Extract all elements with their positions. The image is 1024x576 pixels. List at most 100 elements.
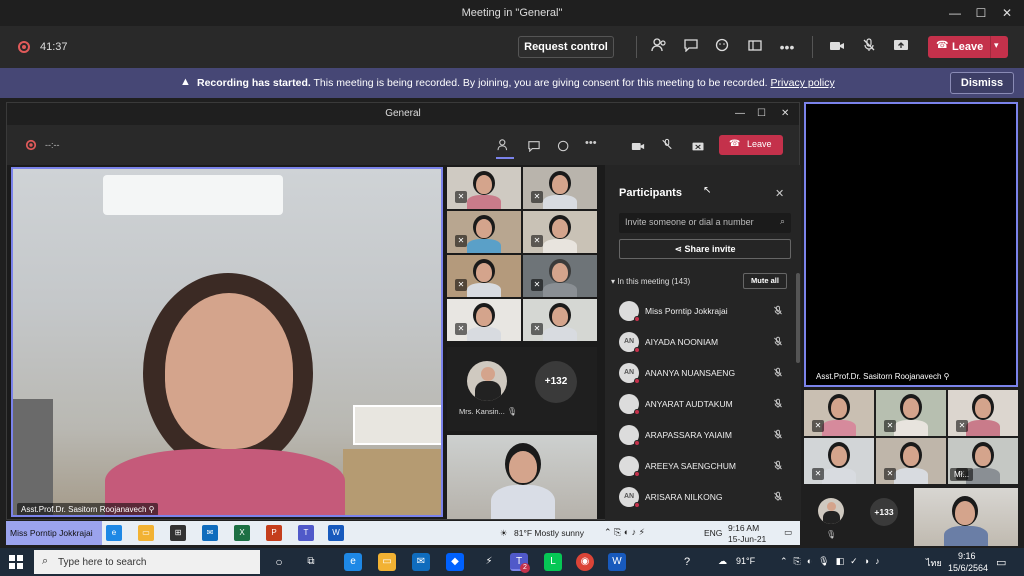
mic-muted-icon[interactable] (773, 336, 783, 349)
taskbar-search-input[interactable]: ⌕ Type here to search (34, 550, 260, 574)
panel-scrollbar[interactable] (796, 273, 800, 363)
participant-row[interactable]: ARAPASSARA YAIAIM (619, 421, 789, 451)
mic-muted-icon[interactable] (773, 305, 783, 318)
word-icon[interactable]: W (608, 553, 626, 571)
search-icon: ⌕ (42, 555, 49, 567)
participant-row[interactable]: AN ARISARA NILKONG (619, 483, 789, 513)
taskbar-weather[interactable]: 91°F (736, 556, 755, 566)
shared-camera-icon (631, 139, 645, 157)
right-student-video[interactable] (914, 488, 1018, 546)
chevron-down-icon[interactable]: ▾ (994, 40, 999, 51)
edge-icon[interactable]: e (344, 553, 362, 571)
file-explorer-icon[interactable]: ▭ (378, 553, 396, 571)
power-automate-icon[interactable]: ⚡ (480, 553, 498, 571)
mic-muted-icon[interactable] (773, 460, 783, 473)
tile-face (903, 446, 919, 466)
maximize-button[interactable]: ☐ (972, 4, 990, 22)
presence-dot (634, 316, 640, 322)
banner-text: Recording has started. This meeting is b… (197, 77, 835, 89)
explorer-taskbar-icon: ▭ (138, 525, 154, 541)
notification-icon[interactable]: ▭ (996, 556, 1006, 569)
overflow-count[interactable]: +132 (535, 361, 577, 403)
participant-video-tile[interactable]: ✕ (523, 255, 597, 297)
tile-mic-muted-icon: ✕ (884, 420, 896, 432)
request-control-button[interactable]: Request control (518, 36, 614, 58)
close-panel-icon[interactable]: ✕ (775, 187, 784, 200)
leave-divider (990, 36, 991, 58)
chat-icon[interactable] (680, 36, 702, 58)
participant-video-tile[interactable]: ✕ (447, 255, 521, 297)
right-participant-tile[interactable]: ✕Mi... (948, 438, 1018, 484)
mic-muted-icon[interactable] (773, 491, 783, 504)
right-participant-tile[interactable]: ✕ (804, 438, 874, 484)
participant-video-tile[interactable]: ✕ (447, 299, 521, 341)
participant-avatar: AN (619, 487, 640, 508)
breakout-rooms-icon[interactable] (744, 36, 766, 58)
clock-time[interactable]: 9:16 (958, 551, 976, 561)
right-overflow-count[interactable]: +133 (870, 498, 898, 526)
mail-icon[interactable]: ✉ (412, 553, 430, 571)
student-video-large[interactable] (447, 435, 597, 519)
right-participant-tile[interactable]: ✕ (948, 390, 1018, 436)
participant-row[interactable]: AREEYA SAENGCHUM (619, 452, 789, 482)
right-participant-tile[interactable]: ✕ (876, 438, 946, 484)
participant-video-tile[interactable]: ✕ (523, 211, 597, 253)
share-invite-button[interactable]: ⋖ Share invite (619, 239, 791, 259)
mic-muted-icon[interactable] (773, 398, 783, 411)
window-titlebar: Meeting in "General" — ☐ ✕ (0, 0, 1024, 26)
right-avatar[interactable] (818, 498, 844, 524)
windows-start-icon[interactable] (8, 554, 24, 575)
dropbox-icon[interactable]: ◆ (446, 553, 464, 571)
kansin-avatar[interactable] (467, 361, 507, 401)
tile-mic-muted-icon: ✕ (812, 468, 824, 480)
leave-button[interactable]: ☎ Leave ▾ (928, 36, 1008, 58)
tile-face (552, 307, 568, 326)
in-meeting-label: In this meeting (143) (617, 277, 691, 286)
camera-icon[interactable] (826, 36, 848, 58)
participants-icon[interactable] (648, 36, 670, 58)
mic-muted-icon[interactable] (773, 429, 783, 442)
minimize-button[interactable]: — (946, 4, 964, 22)
system-tray-icons[interactable]: ⌃⎘◐🎙◧✓◑♪ (780, 556, 886, 567)
participant-row[interactable]: AN AIYADA NOONIAM (619, 328, 789, 358)
participant-video-tile[interactable]: ✕ (523, 299, 597, 341)
tile-mic-muted-icon: ✕ (455, 279, 467, 291)
mouse-cursor-icon: ↖ (703, 185, 712, 196)
help-icon[interactable]: ? (684, 556, 690, 568)
participant-video-tile[interactable]: ✕ (523, 167, 597, 209)
speaker-face (165, 293, 293, 449)
shared-window-title-text: General (385, 108, 421, 119)
reactions-icon[interactable] (712, 36, 734, 58)
participant-row[interactable]: AN ANANYA NUANSAENG (619, 359, 789, 389)
active-tab-indicator (496, 157, 514, 159)
tile-body (543, 239, 577, 253)
language-indicator[interactable]: ไทย (926, 556, 942, 570)
right-participant-tile[interactable]: ✕ (804, 390, 874, 436)
cortana-icon[interactable]: ○ (270, 553, 288, 571)
more-options-icon[interactable]: ••• (776, 36, 798, 58)
chrome-icon[interactable]: ◉ (576, 553, 594, 571)
in-meeting-section[interactable]: ▾ In this meeting (143) (611, 277, 690, 286)
participant-row[interactable]: ANYARAT AUDTAKUM (619, 390, 789, 420)
close-window-button[interactable]: ✕ (998, 4, 1016, 22)
share-screen-icon[interactable] (890, 36, 912, 58)
mic-muted-icon[interactable] (773, 367, 783, 380)
participant-video-tile[interactable]: ✕ (447, 167, 521, 209)
tile-body (467, 283, 501, 297)
mute-all-button[interactable]: Mute all (743, 273, 787, 289)
main-speaker-video[interactable]: Asst.Prof.Dr. Sasitorn Roojanavech ⚲ (11, 167, 443, 517)
participant-video-tile[interactable]: ✕ (447, 211, 521, 253)
participants-panel: Participants ↖ ✕ Invite someone or dial … (605, 165, 801, 521)
tile-face (975, 398, 991, 418)
invite-search-input[interactable]: Invite someone or dial a number ⌕ (619, 213, 791, 233)
privacy-policy-link[interactable]: Privacy policy (771, 77, 835, 89)
clock-date[interactable]: 15/6/2564 (948, 563, 988, 573)
task-view-icon[interactable]: ⧉ (302, 553, 320, 571)
participant-row[interactable]: Miss Porntip Jokkrajai (619, 297, 789, 327)
dismiss-button[interactable]: Dismiss (950, 72, 1014, 94)
right-participant-tile[interactable]: ✕ (876, 390, 946, 436)
line-icon[interactable]: L (544, 553, 562, 571)
pinned-speaker-video[interactable]: Asst.Prof.Dr. Sasitorn Roojanavech ⚲ (804, 102, 1018, 387)
mic-muted-icon[interactable] (858, 36, 880, 58)
tile-body (966, 420, 1000, 436)
